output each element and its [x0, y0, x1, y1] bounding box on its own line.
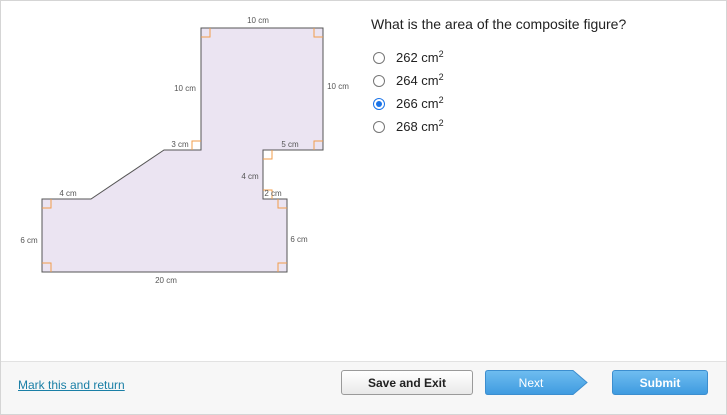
label-lower-top-left: 4 cm — [59, 189, 77, 198]
radio-button-selected[interactable] — [373, 97, 385, 110]
option-label: 268 cm2 — [396, 118, 444, 135]
label-left-upper: 10 cm — [174, 84, 196, 93]
radio-button[interactable] — [373, 120, 385, 133]
label-notch-horizontal: 2 cm — [264, 189, 282, 198]
answer-option-3[interactable]: 266 cm2 — [373, 92, 444, 115]
answer-options: 262 cm2 264 cm2 266 cm2 268 cm2 — [373, 46, 444, 138]
composite-figure: 10 cm 10 cm 10 cm 3 cm 5 cm 4 cm 2 cm 4 … — [0, 0, 360, 300]
next-label: Next — [518, 375, 544, 390]
option-label: 266 cm2 — [396, 95, 444, 112]
question-text: What is the area of the composite figure… — [371, 16, 627, 32]
footer-bar: Mark this and return Save and Exit Next … — [1, 361, 726, 414]
submit-button[interactable]: Submit — [612, 370, 708, 395]
answer-option-1[interactable]: 262 cm2 — [373, 46, 444, 69]
mark-and-return-link[interactable]: Mark this and return — [18, 378, 125, 392]
option-label: 262 cm2 — [396, 49, 444, 66]
label-top: 10 cm — [247, 16, 269, 25]
radio-button[interactable] — [373, 51, 385, 64]
label-step-left: 3 cm — [171, 140, 189, 149]
label-step-right: 5 cm — [281, 140, 299, 149]
label-left-lower: 6 cm — [20, 236, 38, 245]
option-label: 264 cm2 — [396, 72, 444, 89]
answer-option-4[interactable]: 268 cm2 — [373, 115, 444, 138]
radio-button[interactable] — [373, 74, 385, 87]
label-notch-vertical: 4 cm — [241, 172, 259, 181]
label-right-lower: 6 cm — [290, 235, 308, 244]
next-button[interactable]: Next — [485, 370, 588, 395]
answer-option-2[interactable]: 264 cm2 — [373, 69, 444, 92]
save-and-exit-button[interactable]: Save and Exit — [341, 370, 473, 395]
figure-shape — [41, 27, 324, 273]
label-right-upper: 10 cm — [327, 82, 349, 91]
label-bottom: 20 cm — [155, 276, 177, 285]
composite-figure-svg: 10 cm 10 cm 10 cm 3 cm 5 cm 4 cm 2 cm 4 … — [20, 16, 349, 285]
